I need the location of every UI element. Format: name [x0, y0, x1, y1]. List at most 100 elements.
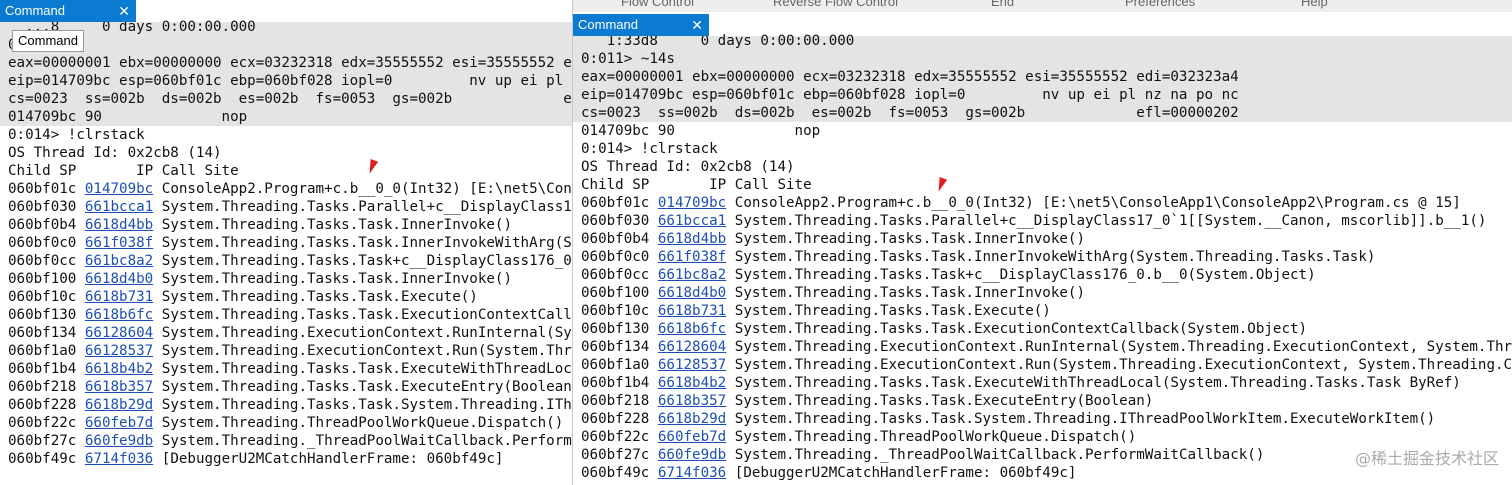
- ip-address-link[interactable]: 6618b6fc: [658, 321, 726, 337]
- ip-address-link[interactable]: 661bc8a2: [85, 253, 153, 269]
- stack-frame-row: 060bf228 6618b29d System.Threading.Tasks…: [581, 410, 1435, 428]
- menu-item-reverse-flow-control[interactable]: Reverse Flow Control: [773, 0, 898, 9]
- command-tab[interactable]: Command ✕: [0, 0, 136, 22]
- stack-frame-row: 060bf134 66128604 System.Threading.Execu…: [8, 324, 572, 342]
- stack-frame-row: 060bf0c0 661f038f System.Threading.Tasks…: [581, 248, 1375, 266]
- child-sp: 060bf0cc: [581, 267, 650, 283]
- ip-address-link[interactable]: 661f038f: [658, 249, 726, 265]
- ip-address-link[interactable]: 66128604: [85, 325, 153, 341]
- child-sp: 060bf030: [8, 199, 77, 215]
- stack-frame-row: 060bf0b4 6618d4bb System.Threading.Tasks…: [581, 230, 1085, 248]
- call-site: System.Threading.Tasks.Task.ExecutionCon…: [161, 307, 572, 323]
- call-site: System.Threading.Tasks.Task.ExecuteWithT…: [161, 361, 572, 377]
- ip-address-link[interactable]: 6618d4bb: [658, 231, 726, 247]
- call-site: System.Threading.Tasks.Task.InnerInvokeW…: [161, 235, 572, 251]
- call-site: System.Threading.Tasks.Task.InnerInvoke(…: [161, 271, 512, 287]
- tab-title: Command: [578, 17, 638, 32]
- child-sp: 060bf27c: [581, 447, 650, 463]
- ip-address-link[interactable]: 6714f036: [658, 465, 726, 481]
- call-site: System.Threading.ThreadPoolWorkQueue.Dis…: [734, 429, 1137, 445]
- call-site: [DebuggerU2MCatchHandlerFrame: 060bf49c]: [161, 451, 504, 467]
- ip-address-link[interactable]: 6618d4b0: [85, 271, 153, 287]
- stack-frame-row: 060bf0cc 661bc8a2 System.Threading.Tasks…: [581, 266, 1316, 284]
- menu-item-flow-control[interactable]: Flow Control: [621, 0, 694, 9]
- ip-address-link[interactable]: 6618b6fc: [85, 307, 153, 323]
- ip-address-link[interactable]: 6618b4b2: [658, 375, 726, 391]
- ip-address-link[interactable]: 6618b731: [658, 303, 726, 319]
- ip-address-link[interactable]: 6618b29d: [85, 397, 153, 413]
- right-command-window: Flow Control Reverse Flow Control End Pr…: [572, 0, 1512, 485]
- ip-address-link[interactable]: 6714f036: [85, 451, 153, 467]
- output-line: eax=00000001 ebx=00000000 ecx=03232318 e…: [8, 55, 572, 71]
- ip-address-link[interactable]: 660fe9db: [658, 447, 726, 463]
- ip-address-link[interactable]: 66128537: [658, 357, 726, 373]
- output-line: eax=00000001 ebx=00000000 ecx=03232318 e…: [581, 69, 1239, 85]
- ip-address-link[interactable]: 6618b357: [658, 393, 726, 409]
- ip-address-link[interactable]: 6618b731: [85, 289, 153, 305]
- call-site: System.Threading.ExecutionContext.Run(Sy…: [161, 343, 572, 359]
- child-sp: 060bf49c: [581, 465, 650, 481]
- ip-address-link[interactable]: 6618b357: [85, 379, 153, 395]
- stack-frame-row: 060bf22c 660feb7d System.Threading.Threa…: [8, 414, 563, 432]
- child-sp: 060bf134: [581, 339, 650, 355]
- call-site: System.Threading.Tasks.Task+c__DisplayCl…: [161, 253, 572, 269]
- child-sp: 060bf0b4: [581, 231, 650, 247]
- command-tab[interactable]: Command ✕: [573, 14, 709, 36]
- child-sp: 060bf10c: [581, 303, 650, 319]
- ip-address-link[interactable]: 660feb7d: [658, 429, 726, 445]
- ip-address-link[interactable]: 6618d4b0: [658, 285, 726, 301]
- child-sp: 060bf01c: [8, 181, 77, 197]
- output-line: OS Thread Id: 0x2cb8 (14): [8, 145, 222, 161]
- close-icon[interactable]: ✕: [691, 14, 703, 36]
- child-sp: 060bf22c: [581, 429, 650, 445]
- call-site: System.Threading.ExecutionContext.RunInt…: [161, 325, 572, 341]
- stack-frame-row: 060bf1b4 6618b4b2 System.Threading.Tasks…: [581, 374, 1461, 392]
- ip-address-link[interactable]: 014709bc: [85, 181, 153, 197]
- call-site: System.Threading._ThreadPoolWaitCallback…: [161, 433, 572, 449]
- left-command-window: ...8 0 days 0:00:00.0000:0 ~14seax=00000…: [0, 0, 572, 485]
- child-sp: 060bf100: [8, 271, 77, 287]
- call-site: ConsoleApp2.Program+c.b__0_0(Int32) [E:\…: [161, 181, 572, 197]
- child-sp: 060bf10c: [8, 289, 77, 305]
- child-sp: 060bf0cc: [8, 253, 77, 269]
- child-sp: 060bf228: [581, 411, 650, 427]
- ip-address-link[interactable]: 6618b4b2: [85, 361, 153, 377]
- stack-frame-row: 060bf1b4 6618b4b2 System.Threading.Tasks…: [8, 360, 572, 378]
- ip-address-link[interactable]: 660feb7d: [85, 415, 153, 431]
- red-arrow-icon: [934, 177, 948, 193]
- stack-frame-row: 060bf030 661bcca1 System.Threading.Tasks…: [8, 198, 572, 216]
- output-line: 0:014> !clrstack: [8, 127, 145, 143]
- ip-address-link[interactable]: 661f038f: [85, 235, 153, 251]
- ip-address-link[interactable]: 6618d4bb: [85, 217, 153, 233]
- stack-frame-row: 060bf1a0 66128537 System.Threading.Execu…: [8, 342, 572, 360]
- stack-frame-row: 060bf100 6618d4b0 System.Threading.Tasks…: [8, 270, 512, 288]
- call-site: System.Threading.ThreadPoolWorkQueue.Dis…: [161, 415, 564, 431]
- ip-address-link[interactable]: 661bcca1: [658, 213, 726, 229]
- call-site: System.Threading._ThreadPoolWaitCallback…: [734, 447, 1265, 463]
- output-line: Child SP IP Call Site: [8, 163, 239, 179]
- stack-frame-row: 060bf01c 014709bc ConsoleApp2.Program+c.…: [581, 194, 1461, 212]
- stack-frame-row: 060bf27c 660fe9db System.Threading._Thre…: [581, 446, 1264, 464]
- ip-address-link[interactable]: 661bc8a2: [658, 267, 726, 283]
- child-sp: 060bf134: [8, 325, 77, 341]
- output-line: eip=014709bc esp=060bf01c ebp=060bf028 i…: [8, 73, 572, 89]
- call-site: System.Threading.Tasks.Task.InnerInvoke(…: [161, 217, 512, 233]
- child-sp: 060bf27c: [8, 433, 77, 449]
- output-line: OS Thread Id: 0x2cb8 (14): [581, 159, 795, 175]
- call-site: System.Threading.Tasks.Task.System.Threa…: [734, 411, 1436, 427]
- stack-frame-row: 060bf10c 6618b731 System.Threading.Tasks…: [8, 288, 478, 306]
- output-line: 0:014> !clrstack: [581, 141, 718, 157]
- menu-item-preferences[interactable]: Preferences: [1125, 0, 1195, 9]
- menu-item-end[interactable]: End: [991, 0, 1014, 9]
- ip-address-link[interactable]: 661bcca1: [85, 199, 153, 215]
- ip-address-link[interactable]: 66128537: [85, 343, 153, 359]
- child-sp: 060bf130: [581, 321, 650, 337]
- ip-address-link[interactable]: 660fe9db: [85, 433, 153, 449]
- child-sp: 060bf218: [581, 393, 650, 409]
- ip-address-link[interactable]: 6618b29d: [658, 411, 726, 427]
- ip-address-link[interactable]: 014709bc: [658, 195, 726, 211]
- close-icon[interactable]: ✕: [118, 0, 130, 22]
- stack-frame-row: 060bf100 6618d4b0 System.Threading.Tasks…: [581, 284, 1085, 302]
- ip-address-link[interactable]: 66128604: [658, 339, 726, 355]
- menu-item-help[interactable]: Help: [1301, 0, 1328, 9]
